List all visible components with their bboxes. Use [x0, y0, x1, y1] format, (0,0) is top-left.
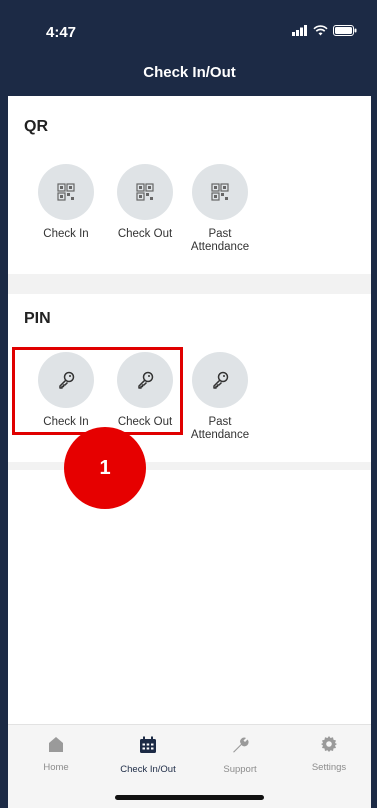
key-icon — [192, 352, 248, 408]
tab-home-label: Home — [43, 762, 69, 773]
qr-check-in-label: Check In — [43, 228, 89, 240]
qr-code-icon — [117, 164, 173, 220]
signal-icon — [292, 25, 307, 36]
qr-code-icon — [192, 164, 248, 220]
pin-past-attendance-label: Past Attendance — [190, 416, 250, 441]
qr-section-title: QR — [24, 118, 48, 135]
home-indicator — [115, 795, 264, 800]
pin-past-attendance-button[interactable]: Past Attendance — [180, 352, 260, 442]
phone-screen: 4:47 Check In/Out QR Check In Check Out … — [0, 0, 377, 808]
section-divider — [8, 462, 371, 470]
tab-settings[interactable]: Settings — [289, 735, 369, 773]
qr-check-out-label: Check Out — [117, 228, 173, 240]
home-icon — [49, 737, 63, 752]
section-divider — [8, 274, 371, 294]
tab-support[interactable]: Support — [200, 735, 280, 775]
wrench-icon — [233, 737, 249, 753]
page-title: Check In/Out — [143, 64, 236, 81]
status-icons — [292, 25, 357, 36]
callout-badge: 1 — [64, 427, 146, 509]
tab-home[interactable]: Home — [16, 735, 96, 773]
tab-support-label: Support — [223, 764, 257, 775]
qr-code-icon — [38, 164, 94, 220]
highlight-box — [12, 347, 183, 435]
pin-section-title: PIN — [24, 310, 51, 327]
qr-check-in-button[interactable]: Check In — [26, 164, 106, 241]
battery-icon — [333, 25, 357, 36]
gear-icon — [321, 736, 337, 752]
tab-check-in-out-label: Check In/Out — [120, 764, 176, 775]
qr-section: QR Check In Check Out Past Attendance — [8, 96, 371, 254]
phone-bezel-right — [371, 0, 377, 808]
qr-check-out-button[interactable]: Check Out — [105, 164, 185, 241]
qr-past-attendance-label: Past Attendance — [190, 228, 250, 253]
phone-bezel-left — [0, 0, 8, 808]
qr-past-attendance-button[interactable]: Past Attendance — [180, 164, 260, 254]
app-header: 4:47 Check In/Out — [8, 0, 371, 96]
tab-settings-label: Settings — [311, 762, 347, 773]
wifi-icon — [313, 25, 328, 36]
tab-check-in-out[interactable]: Check In/Out — [108, 735, 188, 775]
status-time: 4:47 — [46, 24, 77, 41]
calendar-icon — [140, 736, 156, 753]
